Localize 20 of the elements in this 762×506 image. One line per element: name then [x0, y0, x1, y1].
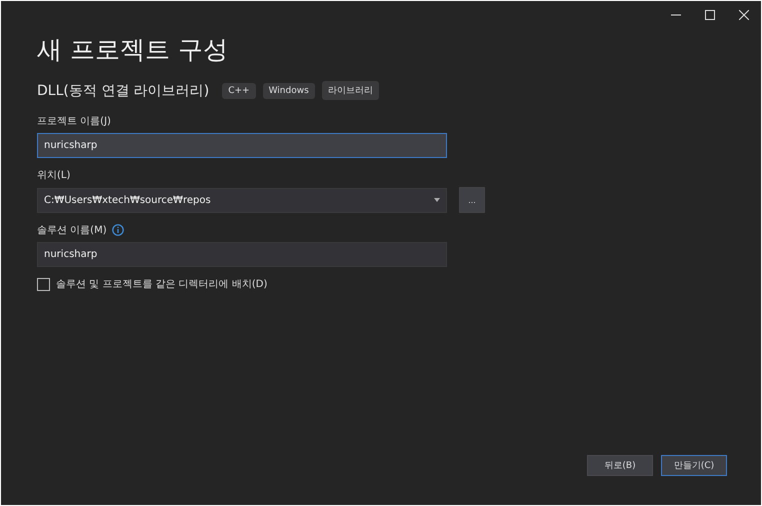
field-label: 위치(L)	[37, 169, 70, 182]
tag: Windows	[262, 82, 315, 98]
dialog-title: 새 프로젝트 구성	[37, 34, 229, 66]
template-name: DLL(동적 연결 라이브러리)	[37, 82, 210, 100]
field-label: 솔루션 이름(M)	[37, 224, 107, 237]
maximize-icon	[705, 10, 715, 20]
checkbox-label: 솔루션 및 프로젝트를 같은 디렉터리에 배치(D)	[56, 278, 268, 291]
dropdown-caret-icon	[434, 198, 440, 202]
location-combo[interactable]: C:₩Users₩xtech₩source₩repos	[37, 188, 447, 212]
checkbox[interactable]	[37, 278, 50, 290]
tag: C++	[222, 82, 256, 98]
back-button[interactable]: 뒤로(B)	[587, 455, 653, 476]
browse-button[interactable]: ...	[459, 187, 485, 213]
text-field[interactable]: nuricsharp	[37, 242, 447, 267]
field-label: 프로젝트 이름(J)	[37, 115, 111, 128]
tag: 라이브러리	[322, 81, 379, 100]
create-button[interactable]: 만들기(C)	[661, 455, 727, 476]
close-icon	[739, 10, 749, 20]
text-field[interactable]: nuricsharp	[37, 133, 447, 158]
info-icon[interactable]	[112, 224, 124, 236]
